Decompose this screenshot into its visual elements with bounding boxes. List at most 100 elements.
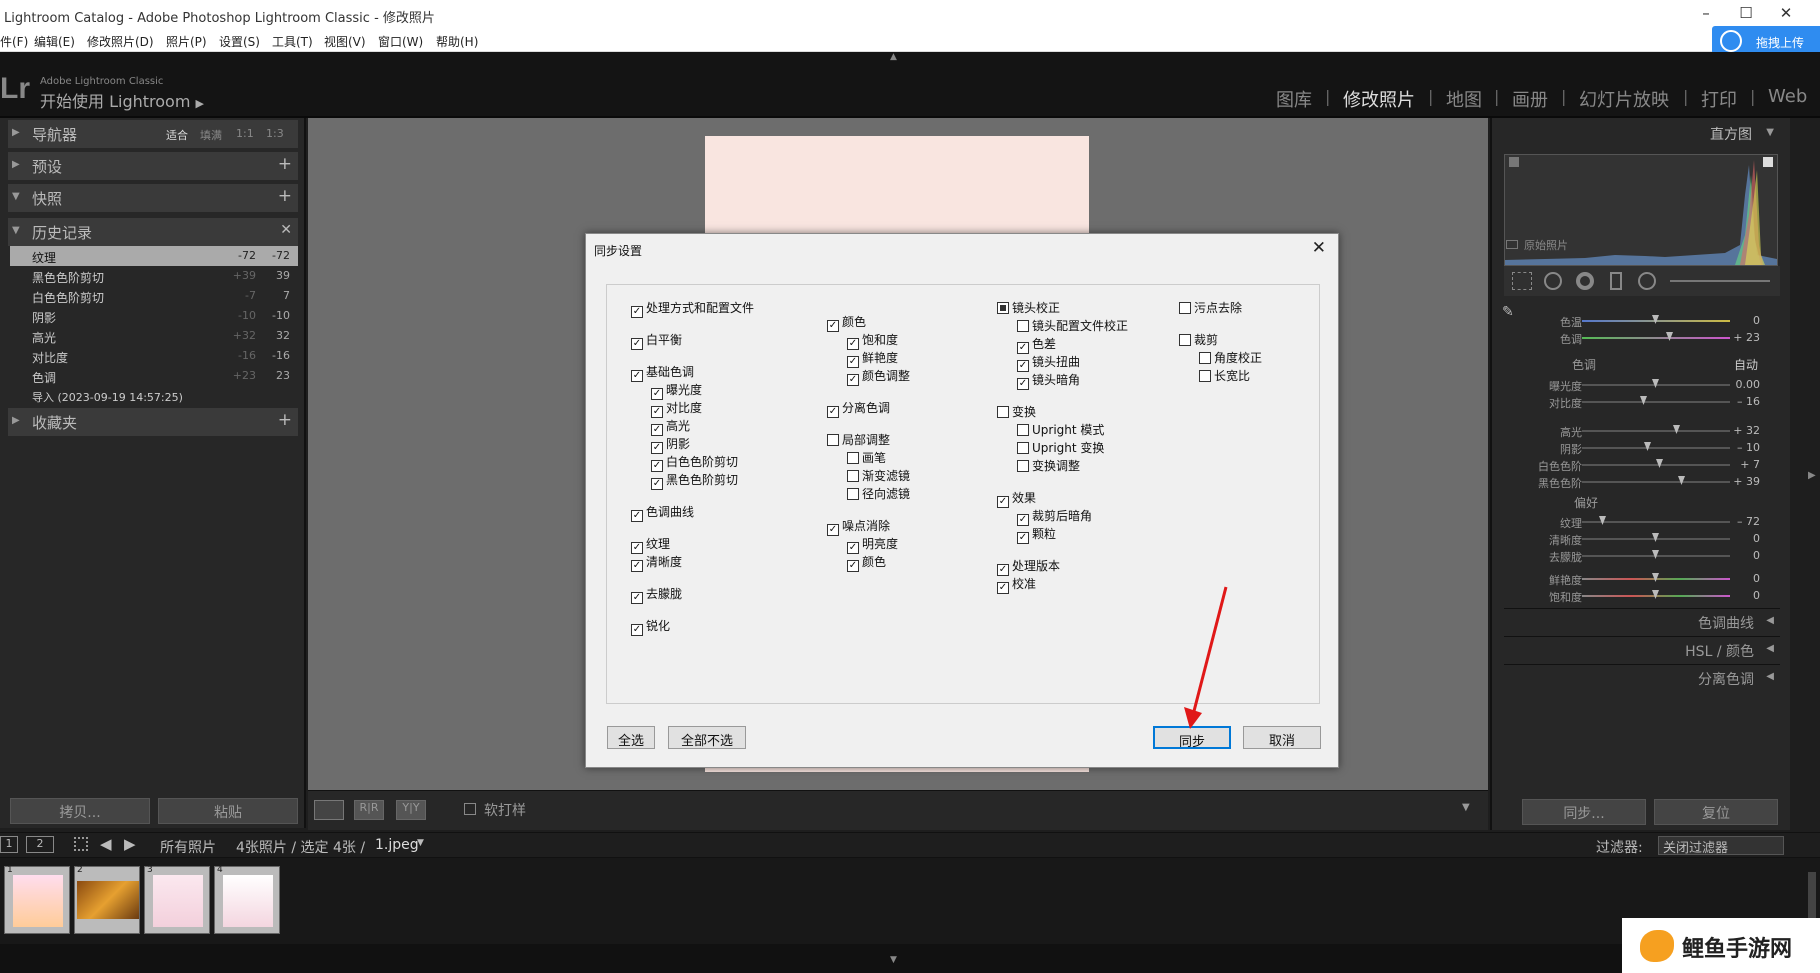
- menu-window[interactable]: 窗口(W): [378, 33, 423, 50]
- cb-color[interactable]: ✓ 颜色: [827, 313, 866, 332]
- cb-upright-transform[interactable]: Upright 变换: [1017, 439, 1104, 456]
- cb-texture[interactable]: ✓ 纹理: [631, 535, 670, 554]
- collapse-bottom-icon[interactable]: ▼: [890, 955, 897, 965]
- module-develop[interactable]: 修改照片: [1343, 86, 1415, 112]
- history-item[interactable]: 色调 +23 23: [10, 366, 298, 386]
- menu-view[interactable]: 视图(V): [324, 33, 366, 50]
- cb-color-adjust[interactable]: ✓ 颜色调整: [847, 367, 910, 386]
- vibrance-slider[interactable]: 鲜艳度 0: [1492, 570, 1792, 588]
- cb-dehaze[interactable]: ✓ 去朦胧: [631, 585, 682, 604]
- cb-white-clip[interactable]: ✓ 白色色阶剪切: [651, 453, 738, 472]
- close-icon[interactable]: ✕: [1312, 238, 1326, 258]
- slider-value[interactable]: 0: [1753, 549, 1760, 562]
- plus-icon[interactable]: +: [278, 410, 292, 430]
- cb-calibration[interactable]: ✓ 校准: [997, 575, 1036, 594]
- module-library[interactable]: 图库: [1276, 86, 1312, 112]
- chevron-down-icon[interactable]: ▼: [417, 838, 424, 848]
- history-header[interactable]: ▼ 历史记录 ✕: [8, 218, 298, 246]
- sync-button[interactable]: 同步...: [1522, 799, 1646, 825]
- cb-radial-filter[interactable]: 径向滤镜: [847, 485, 910, 502]
- history-item[interactable]: 对比度 -16 -16: [10, 346, 298, 366]
- menu-help[interactable]: 帮助(H): [436, 33, 478, 50]
- nav-1-3[interactable]: 1:3: [266, 127, 284, 140]
- cb-lens-profile[interactable]: 镜头配置文件校正: [1017, 317, 1128, 334]
- menu-settings[interactable]: 设置(S): [219, 33, 260, 50]
- history-item[interactable]: 白色色阶剪切 -7 7: [10, 286, 298, 306]
- history-item[interactable]: 高光 +32 32: [10, 326, 298, 346]
- cb-effects[interactable]: ✓ 效果: [997, 489, 1036, 508]
- cb-noise-reduction[interactable]: ✓ 噪点消除: [827, 517, 890, 536]
- hsl-header[interactable]: HSL / 颜色 ◀: [1504, 636, 1780, 662]
- back-icon[interactable]: ◀: [100, 835, 112, 853]
- collapse-top-icon[interactable]: ▲: [890, 52, 897, 62]
- tone-curve-header[interactable]: 色调曲线 ◀: [1504, 608, 1780, 634]
- cb-split-toning[interactable]: ✓ 分离色调: [827, 399, 890, 418]
- cb-lens-distortion[interactable]: ✓ 镜头扭曲: [1017, 353, 1080, 372]
- cb-process-version[interactable]: ✓ 处理版本: [997, 557, 1060, 576]
- menu-tools[interactable]: 工具(T): [272, 33, 313, 50]
- slider-value[interactable]: 0.00: [1736, 378, 1761, 391]
- cb-spot-removal[interactable]: 污点去除: [1179, 299, 1242, 316]
- auto-tone-button[interactable]: 自动: [1734, 356, 1758, 373]
- minimize-icon[interactable]: –: [1696, 4, 1716, 22]
- reset-button[interactable]: 复位: [1654, 799, 1778, 825]
- snapshots-header[interactable]: ▼ 快照 +: [8, 184, 298, 212]
- cb-aspect-ratio[interactable]: 长宽比: [1199, 367, 1250, 384]
- window-1-button[interactable]: 1: [0, 836, 18, 853]
- source-label[interactable]: 所有照片: [160, 837, 216, 857]
- menu-edit[interactable]: 编辑(E): [34, 33, 75, 50]
- toolbar-menu-icon[interactable]: ▼: [1462, 802, 1470, 813]
- slider-value[interactable]: + 23: [1733, 331, 1760, 344]
- module-web[interactable]: Web: [1768, 86, 1807, 107]
- menu-file[interactable]: 件(F): [0, 33, 28, 50]
- cb-crop[interactable]: 裁剪: [1179, 331, 1218, 348]
- softproof-checkbox[interactable]: [464, 803, 476, 815]
- highlights-slider[interactable]: 高光 + 32: [1492, 422, 1792, 440]
- plus-icon[interactable]: +: [278, 186, 292, 206]
- module-map[interactable]: 地图: [1446, 86, 1482, 112]
- slider-value[interactable]: – 72: [1737, 515, 1760, 528]
- menu-develop[interactable]: 修改照片(D): [87, 33, 154, 50]
- cb-luminance[interactable]: ✓ 明亮度: [847, 535, 898, 554]
- redeye-icon[interactable]: [1576, 272, 1594, 290]
- thumbnail[interactable]: 4: [214, 865, 280, 934]
- cb-shadows[interactable]: ✓ 阴影: [651, 435, 690, 454]
- brush-slider[interactable]: [1670, 280, 1770, 282]
- cb-highlights[interactable]: ✓ 高光: [651, 417, 690, 436]
- cb-chromatic-aberration[interactable]: ✓ 色差: [1017, 335, 1056, 354]
- window-2-button[interactable]: 2: [26, 836, 54, 853]
- slider-value[interactable]: 0: [1753, 532, 1760, 545]
- module-slideshow[interactable]: 幻灯片放映: [1579, 86, 1669, 112]
- close-icon[interactable]: ✕: [1776, 4, 1796, 22]
- cb-basic-tone[interactable]: ✓ 基础色调: [631, 363, 694, 382]
- triangle-down-icon[interactable]: ▼: [1766, 127, 1774, 138]
- maximize-icon[interactable]: ☐: [1736, 4, 1756, 22]
- cb-graduated-filter[interactable]: 渐变滤镜: [847, 467, 910, 484]
- radial-filter-icon[interactable]: [1638, 272, 1656, 290]
- nav-fit[interactable]: 适合: [166, 127, 188, 143]
- texture-slider[interactable]: 纹理 – 72: [1492, 513, 1792, 531]
- history-item[interactable]: 阴影 -10 -10: [10, 306, 298, 326]
- brand-identity[interactable]: 开始使用 Lightroom ▶: [40, 88, 204, 112]
- cb-upright-mode[interactable]: Upright 模式: [1017, 421, 1104, 438]
- tint-slider[interactable]: 色调 + 23: [1492, 329, 1792, 347]
- select-none-button[interactable]: 全部不选: [668, 726, 746, 749]
- exposure-slider[interactable]: 曝光度 0.00: [1492, 376, 1792, 394]
- cb-contrast[interactable]: ✓ 对比度: [651, 399, 702, 418]
- cb-saturation[interactable]: ✓ 饱和度: [847, 331, 898, 350]
- cb-sharpening[interactable]: ✓ 锐化: [631, 617, 670, 636]
- grid-icon[interactable]: [74, 837, 88, 851]
- clear-history-icon[interactable]: ✕: [280, 222, 292, 238]
- cb-black-clip[interactable]: ✓ 黑色色阶剪切: [651, 471, 738, 490]
- menu-photo[interactable]: 照片(P): [166, 33, 207, 50]
- clarity-slider[interactable]: 清晰度 0: [1492, 530, 1792, 548]
- copy-button[interactable]: 拷贝...: [10, 798, 150, 824]
- cb-clarity[interactable]: ✓ 清晰度: [631, 553, 682, 572]
- plus-icon[interactable]: +: [278, 154, 292, 174]
- cb-transform[interactable]: 变换: [997, 403, 1036, 420]
- cb-white-balance[interactable]: ✓ 白平衡: [631, 331, 682, 350]
- cb-transform-adjust[interactable]: 变换调整: [1017, 457, 1080, 474]
- split-toning-header[interactable]: 分离色调 ◀: [1504, 664, 1780, 690]
- shadows-slider[interactable]: 阴影 – 10: [1492, 439, 1792, 457]
- dehaze-slider[interactable]: 去朦胧 0: [1492, 547, 1792, 565]
